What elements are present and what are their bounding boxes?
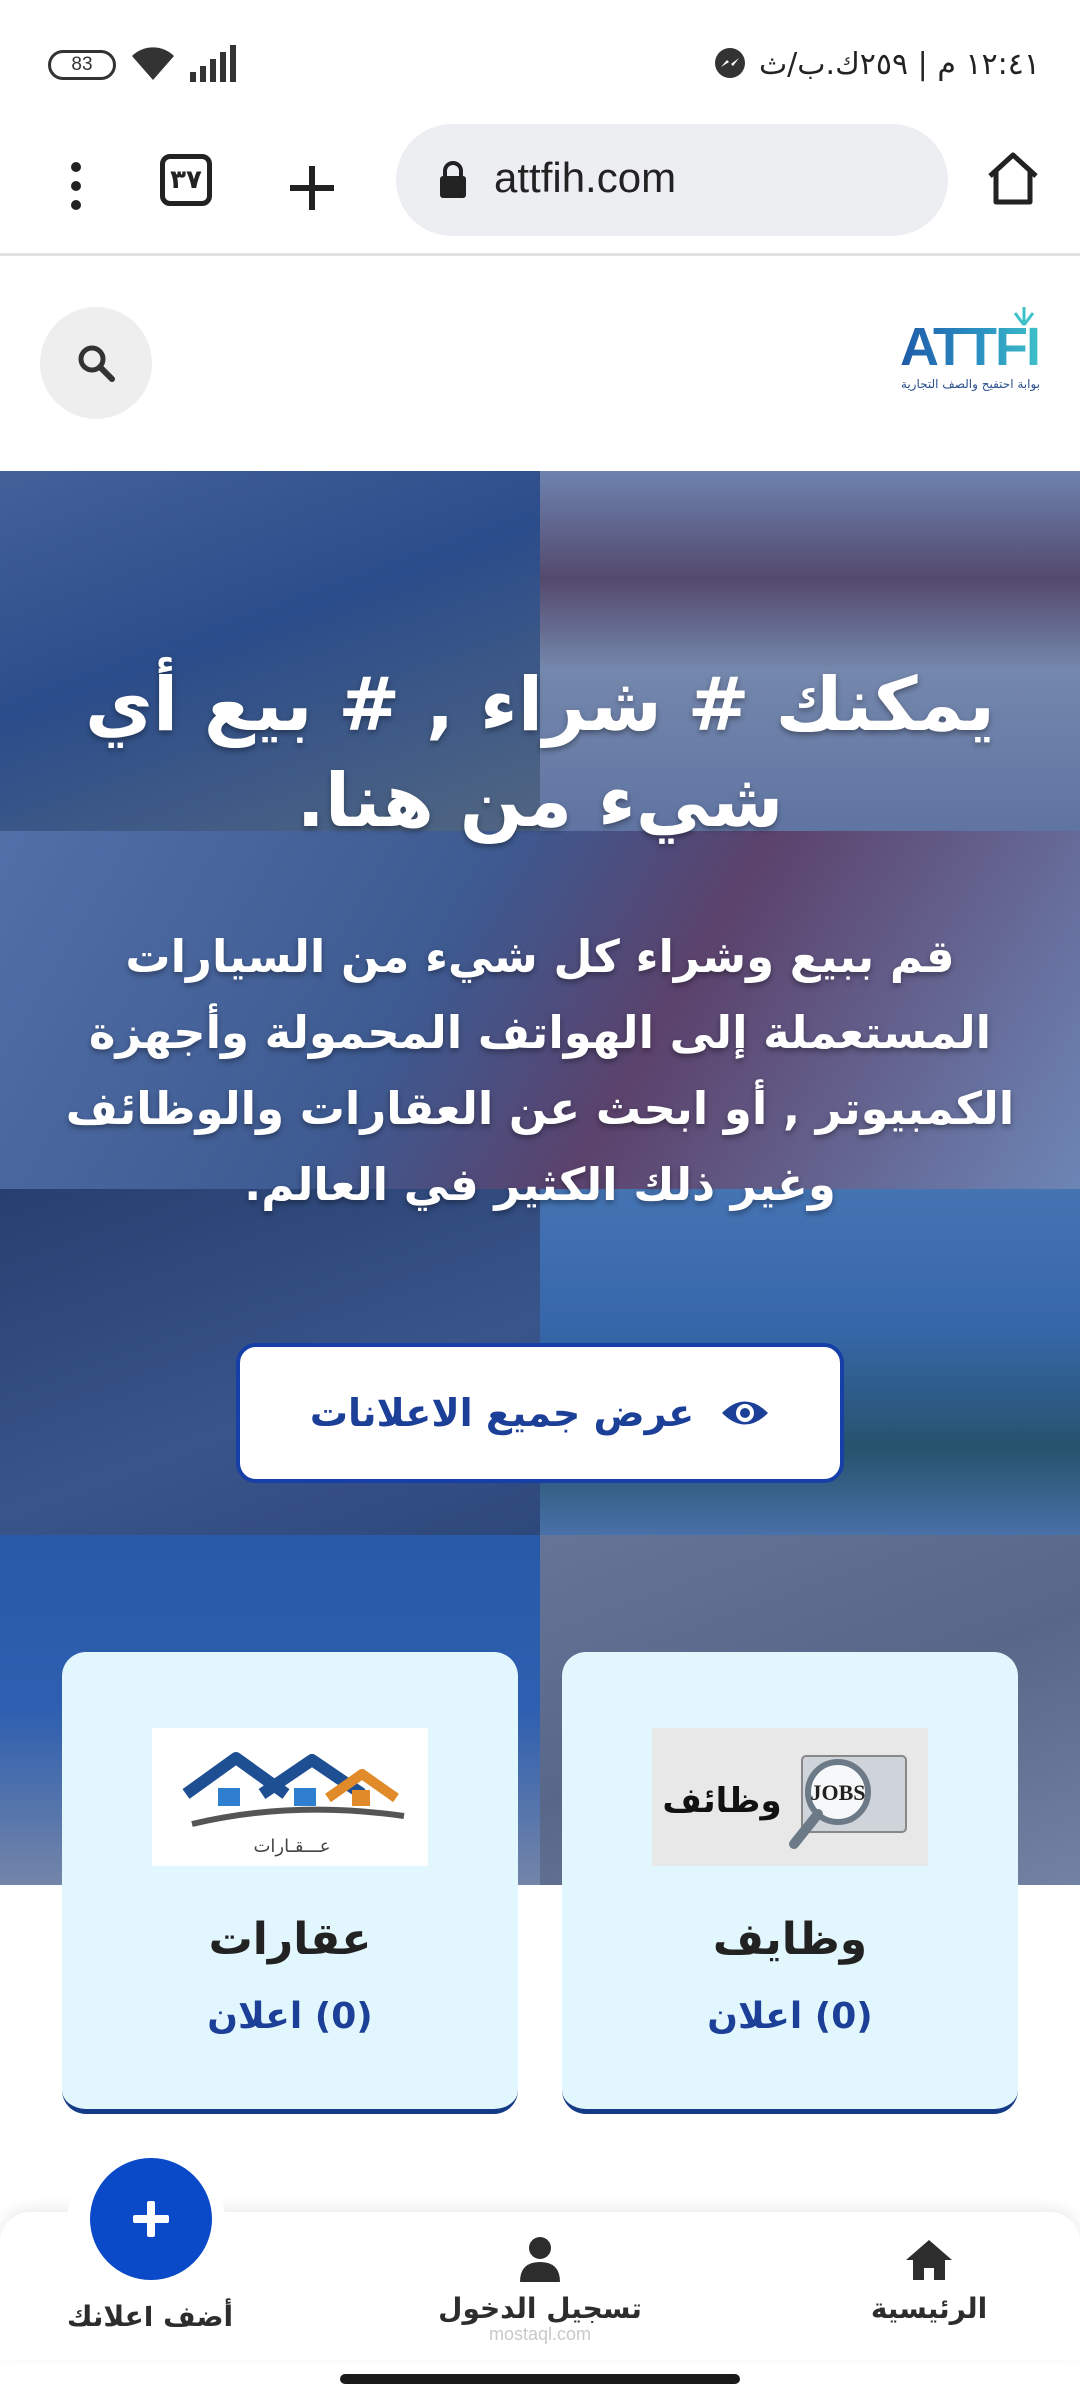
jobs-thumbnail: JOBS وظائف <box>652 1728 928 1866</box>
nav-login-label: تسجيل الدخول <box>438 2292 642 2325</box>
gesture-bar[interactable] <box>340 2374 740 2384</box>
browser-toolbar: ٣٧ attfih.com <box>0 120 1080 256</box>
eye-icon <box>722 1401 769 1425</box>
logo-text: ATTFIH <box>900 317 1078 377</box>
jobs-thumbnail-text: وظائف <box>662 1781 781 1821</box>
category-card-real-estate[interactable]: عـــقـارات عقارات (0) اعلان <box>62 1652 518 2114</box>
new-tab-icon[interactable] <box>282 158 342 218</box>
logo-tagline: بوابة احتفيح والصف التجارية <box>900 377 1040 391</box>
hero-description: قم ببيع وشراء كل شيء من السيارات المستعم… <box>65 930 1015 1211</box>
status-time: ١٢:٤١ م | ٢٥٩ك.ب/ث <box>758 46 1040 82</box>
address-bar[interactable]: attfih.com <box>396 124 948 236</box>
url-text: attfih.com <box>494 154 677 201</box>
real-estate-thumbnail-text: عـــقـارات <box>253 1836 330 1857</box>
status-bar: 83 ١٢:٤١ م | ٢٥٩ك.ب/ث <box>0 0 1080 120</box>
lock-icon <box>440 161 466 198</box>
nav-home-label: الرئيسية <box>870 2292 988 2325</box>
more-menu-icon[interactable] <box>56 154 96 218</box>
logo-spark-icon <box>1013 307 1035 326</box>
category-ad-count: (0) اعلان <box>707 1996 873 2037</box>
category-name: وظايف <box>712 1914 868 1965</box>
nav-home[interactable]: الرئيسية <box>842 2238 1016 2325</box>
user-icon <box>520 2237 560 2282</box>
category-name: عقارات <box>208 1914 372 1965</box>
signal-icon <box>190 45 236 82</box>
site-header: ATTFIH بوابة احتفيح والصف التجارية <box>0 259 1080 471</box>
wifi-icon <box>132 47 174 80</box>
search-button[interactable] <box>40 307 152 419</box>
view-all-ads-button[interactable]: عرض جميع الاعلانات <box>236 1343 844 1483</box>
nav-login[interactable]: تسجيل الدخول <box>420 2236 660 2325</box>
plus-icon <box>133 2201 169 2237</box>
real-estate-thumbnail: عـــقـارات <box>152 1728 428 1866</box>
hero-title: يمكنك # شراء , # بيع أي شيء من هنا. <box>85 662 995 844</box>
add-ad-button[interactable] <box>90 2158 212 2280</box>
jobs-thumbnail-badge: JOBS <box>810 1780 865 1805</box>
watermark: mostaql.com <box>488 2324 592 2344</box>
battery-icon: 83 <box>48 50 116 80</box>
tab-switcher-button[interactable]: ٣٧ <box>160 154 212 206</box>
messenger-icon <box>714 48 745 78</box>
home-icon[interactable] <box>984 150 1042 206</box>
category-card-jobs[interactable]: JOBS وظائف وظايف (0) اعلان <box>562 1652 1018 2114</box>
search-icon <box>78 345 115 382</box>
category-ad-count: (0) اعلان <box>207 1996 373 2037</box>
home-icon <box>906 2240 952 2280</box>
site-logo[interactable]: ATTFIH بوابة احتفيح والصف التجارية <box>900 307 1078 409</box>
view-all-ads-label: عرض جميع الاعلانات <box>309 1391 695 1435</box>
